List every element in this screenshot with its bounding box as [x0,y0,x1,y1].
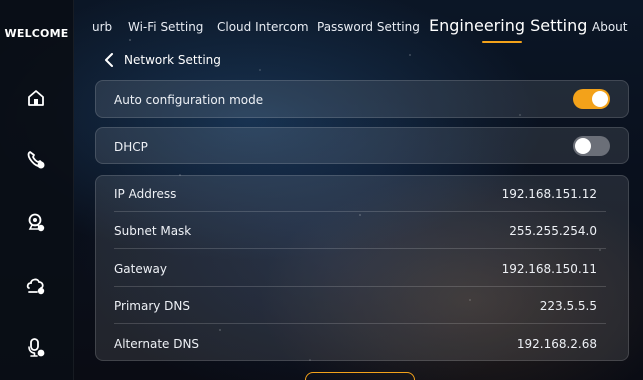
intercom-icon[interactable] [24,336,48,360]
auto-config-row: Auto configuration mode [95,80,629,118]
toggle-knob [575,138,591,154]
back-button[interactable]: Network Setting [104,50,221,70]
top-tab-bar: urb Wi-Fi Setting Cloud Intercom Passwor… [73,0,643,50]
primary-dns-value[interactable]: 223.5.5.5 [540,299,597,313]
divider [114,248,606,249]
ip-address-value[interactable]: 192.168.151.12 [502,187,597,201]
tab-engineering-setting[interactable]: Engineering Setting [429,16,587,35]
tab-about[interactable]: About [592,20,627,34]
welcome-label: WELCOME [4,27,69,40]
dhcp-row: DHCP [95,127,629,164]
tab-wifi-setting[interactable]: Wi-Fi Setting [128,20,203,34]
dhcp-label: DHCP [114,140,148,154]
dhcp-toggle[interactable] [573,136,610,156]
divider [114,211,606,212]
home-icon[interactable] [24,86,48,110]
page-title: Network Setting [124,53,221,67]
subnet-mask-value[interactable]: 255.255.254.0 [509,224,597,238]
auto-config-toggle[interactable] [573,89,610,109]
camera-icon[interactable] [24,211,48,235]
primary-dns-label: Primary DNS [114,299,191,313]
active-tab-indicator [482,41,522,43]
cloud-icon[interactable] [24,274,48,298]
subnet-mask-label: Subnet Mask [114,224,192,238]
network-info-panel: IP Address 192.168.151.12 Subnet Mask 25… [95,175,629,361]
gateway-label: Gateway [114,262,168,276]
phone-icon[interactable] [24,148,48,172]
tab-urb[interactable]: urb [92,20,112,34]
save-button[interactable] [305,372,415,380]
screen: WELCOME urb Wi-Fi Setting Cloud Intercom… [0,0,643,380]
divider [114,323,606,324]
alternate-dns-value[interactable]: 192.168.2.68 [517,337,597,351]
tab-password-setting[interactable]: Password Setting [317,20,420,34]
gateway-value[interactable]: 192.168.150.11 [502,262,597,276]
toggle-knob [592,91,608,107]
ip-address-label: IP Address [114,187,177,201]
sidebar: WELCOME [0,0,74,380]
divider [114,286,606,287]
tab-cloud-intercom[interactable]: Cloud Intercom [217,20,309,34]
chevron-left-icon [105,53,113,67]
alternate-dns-label: Alternate DNS [114,337,200,351]
auto-config-label: Auto configuration mode [114,93,264,107]
